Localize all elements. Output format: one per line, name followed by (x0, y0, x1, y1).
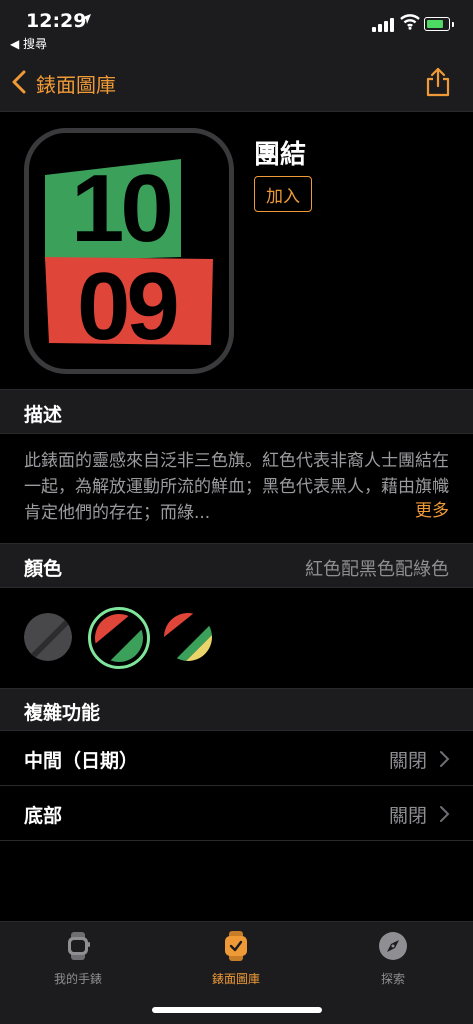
face-title: 團結 (254, 140, 307, 170)
home-indicator[interactable] (152, 1007, 322, 1013)
color-picker (0, 589, 473, 689)
row-label: 底部 (24, 805, 63, 827)
tab-label: 我的手錶 (53, 972, 102, 986)
color-swatch-red-black-green[interactable] (95, 614, 143, 662)
navigation-bar: 錶面圖庫 (0, 54, 473, 112)
color-swatch-red-black-green-yellow[interactable] (164, 613, 212, 661)
color-section-header: 顏色 紅色配黑色配綠色 (0, 543, 473, 588)
description-section-header: 描述 (0, 389, 473, 434)
cellular-signal-icon (372, 18, 394, 32)
row-value: 關閉 (388, 805, 427, 827)
complication-row-middle[interactable]: 中間（日期） 關閉 (0, 731, 473, 786)
tab-my-watch[interactable]: 我的手錶 (28, 930, 128, 987)
section-title: 描述 (24, 404, 63, 426)
section-title: 顏色 (24, 558, 63, 580)
location-arrow-icon (81, 14, 91, 24)
more-link[interactable]: 更多 (409, 496, 449, 521)
watch-face-icon (225, 931, 247, 961)
add-button[interactable]: 加入 (254, 176, 312, 212)
color-swatch-dark-gray[interactable] (24, 613, 72, 661)
hour-digits: 10 (71, 155, 170, 262)
selected-color-value: 紅色配黑色配綠色 (305, 559, 449, 580)
complications-section-header: 複雜功能 (0, 688, 473, 731)
section-title: 複雜功能 (24, 702, 101, 724)
description-text: 此錶面的靈感來自泛非三色旗。紅色代表非裔人士團結在一起，為解放運動所流的鮮血；黑… (24, 451, 449, 523)
share-icon[interactable] (424, 66, 452, 98)
compass-icon (379, 932, 407, 960)
row-label: 中間（日期） (24, 750, 139, 772)
tab-label: 錶面圖庫 (211, 972, 260, 986)
nav-back-title[interactable]: 錶面圖庫 (36, 69, 116, 98)
back-to-app-link[interactable]: ◀ 搜尋 (10, 35, 47, 52)
status-time: 12:29 (26, 10, 87, 32)
minute-digits: 09 (77, 253, 176, 360)
back-chevron-icon[interactable] (10, 70, 30, 94)
wifi-icon (400, 14, 420, 30)
chevron-right-icon (440, 751, 450, 767)
battery-icon (424, 17, 454, 31)
row-value: 關閉 (388, 750, 427, 772)
tab-label: 探索 (380, 972, 405, 986)
watch-face-preview: 10 09 (24, 128, 234, 374)
watch-icon (68, 932, 90, 960)
chevron-right-icon (440, 806, 450, 822)
status-bar: 12:29 ◀ 搜尋 (0, 0, 473, 54)
tab-face-gallery[interactable]: 錶面圖庫 (186, 930, 286, 987)
tab-discover[interactable]: 探索 (343, 930, 443, 987)
complication-row-bottom[interactable]: 底部 關閉 (0, 786, 473, 841)
